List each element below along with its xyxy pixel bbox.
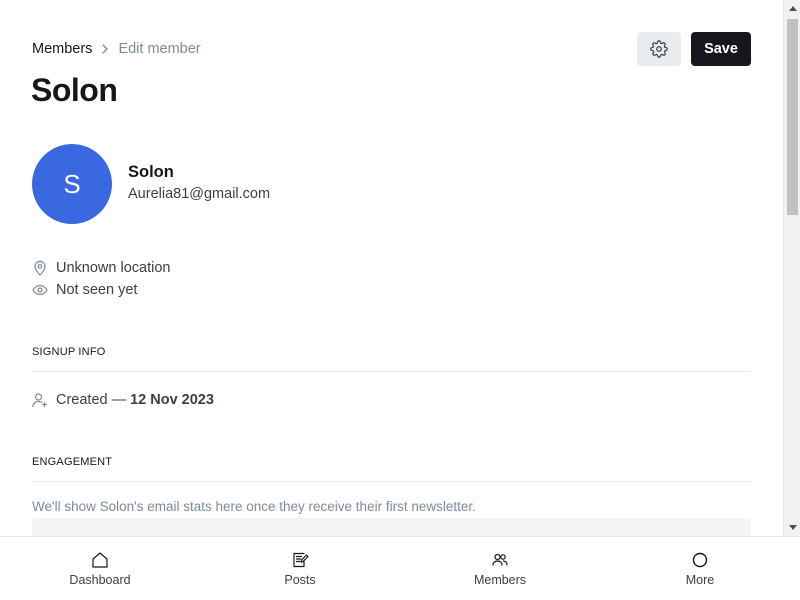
signup-info-heading: SIGNUP INFO: [32, 346, 106, 358]
last-seen-row: Not seen yet: [32, 281, 137, 299]
scroll-thumb[interactable]: [787, 19, 798, 215]
member-email: Aurelia81@gmail.com: [128, 186, 271, 202]
breadcrumb-current: Edit member: [118, 41, 201, 57]
members-icon: [491, 551, 509, 569]
more-icon: [691, 551, 709, 569]
created-date: 12 Nov 2023: [130, 392, 214, 408]
nav-item-posts[interactable]: Posts: [200, 537, 400, 600]
member-name: Solon: [128, 163, 174, 181]
main-content: Members Edit member Solon Save S Solon A…: [0, 0, 783, 536]
nav-label-members: Members: [473, 573, 527, 587]
member-settings-button[interactable]: [637, 32, 681, 66]
nav-label-more: More: [685, 573, 715, 587]
user-add-icon: [32, 392, 48, 408]
bottom-nav: Dashboard Posts Members More: [0, 536, 800, 600]
nav-item-dashboard[interactable]: Dashboard: [0, 537, 200, 600]
scroll-up-arrow-icon[interactable]: [784, 0, 800, 17]
page-title: Solon: [31, 72, 118, 108]
chevron-right-icon: [101, 44, 109, 54]
home-icon: [91, 551, 109, 569]
created-row: Created — 12 Nov 2023: [32, 391, 214, 409]
last-seen-text: Not seen yet: [56, 282, 138, 298]
location-row: Unknown location: [32, 259, 170, 277]
created-label: Created: [56, 392, 108, 408]
avatar: S: [32, 144, 112, 224]
nav-label-dashboard: Dashboard: [69, 573, 131, 587]
scroll-down-arrow-icon[interactable]: [784, 519, 800, 536]
nav-item-more[interactable]: More: [600, 537, 800, 600]
created-separator: —: [111, 392, 127, 408]
engagement-heading: ENGAGEMENT: [32, 456, 113, 468]
nav-item-members[interactable]: Members: [400, 537, 600, 600]
breadcrumb-members-link[interactable]: Members: [32, 41, 92, 57]
engagement-note: We'll show Solon's email stats here once…: [32, 499, 476, 514]
nav-label-posts: Posts: [284, 573, 316, 587]
gear-icon: [650, 40, 668, 58]
posts-icon: [291, 551, 309, 569]
divider: [32, 371, 751, 372]
map-pin-icon: [32, 260, 48, 276]
save-button[interactable]: Save: [691, 32, 751, 66]
scrollbar[interactable]: [783, 0, 800, 536]
eye-icon: [32, 282, 48, 298]
email-stats-box: [32, 518, 751, 536]
breadcrumb: Members Edit member: [32, 40, 201, 58]
divider: [32, 481, 751, 482]
location-text: Unknown location: [56, 260, 171, 276]
